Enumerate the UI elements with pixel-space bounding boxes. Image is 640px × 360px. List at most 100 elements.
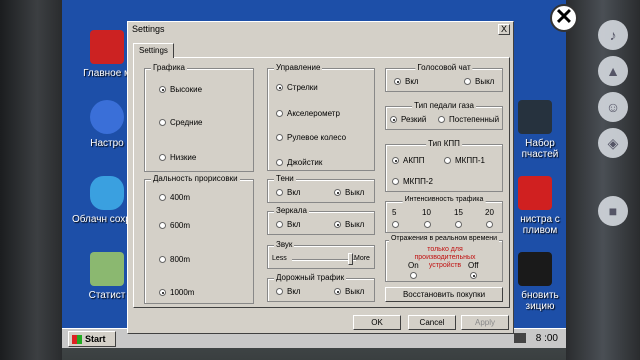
- group-reflections: Отражения в реальном времени только для …: [385, 235, 503, 282]
- tab-settings[interactable]: Settings: [133, 43, 174, 58]
- draw-distance-option[interactable]: 800m: [159, 255, 190, 265]
- radio-icon: [276, 159, 283, 166]
- graphics-option[interactable]: Высокие: [159, 85, 202, 95]
- radio-icon: [444, 157, 451, 164]
- camera-icon[interactable]: ■: [598, 196, 628, 226]
- radio-icon: [159, 256, 166, 263]
- navigation-icon[interactable]: ▲: [598, 56, 628, 86]
- density-label: 20: [485, 208, 494, 217]
- ok-button[interactable]: OK: [353, 315, 401, 330]
- gearbox-option[interactable]: МКПП-1: [444, 156, 485, 166]
- shadows-off[interactable]: Выкл: [334, 188, 364, 198]
- mirrors-off[interactable]: Выкл: [334, 220, 364, 230]
- density-radio[interactable]: [486, 221, 493, 228]
- density-label: 10: [422, 208, 431, 217]
- density-radio[interactable]: [424, 221, 431, 228]
- reflections-title: Отражения в реальном времени: [388, 235, 500, 242]
- density-radio[interactable]: [392, 221, 399, 228]
- settings-icon: [90, 100, 124, 134]
- close-icon[interactable]: ✕: [550, 4, 578, 32]
- shadows-on[interactable]: Вкл: [276, 188, 301, 198]
- control-title: Управление: [274, 63, 323, 72]
- radio-icon: [464, 78, 471, 85]
- group-graphics: Графика Высокие Средние Низкие: [144, 63, 254, 172]
- cancel-button[interactable]: Cancel: [408, 315, 456, 330]
- settings-dialog: Settings X Settings Графика Высокие Сред…: [127, 21, 514, 334]
- draw-distance-option[interactable]: 600m: [159, 221, 190, 231]
- group-shadows: Тени Вкл Выкл: [267, 174, 375, 203]
- dialog-close-button[interactable]: X: [498, 24, 510, 35]
- control-option[interactable]: Рулевое колесо: [276, 133, 346, 143]
- voice-chat-on[interactable]: Вкл: [394, 77, 419, 87]
- density-radio[interactable]: [455, 221, 462, 228]
- start-button[interactable]: Start: [68, 331, 116, 347]
- group-draw-distance: Дальность прорисовки 400m 600m 800m 1000…: [144, 174, 254, 304]
- graphics-title: Графика: [151, 63, 187, 72]
- reflections-off-radio[interactable]: [470, 272, 477, 279]
- radio-icon: [394, 78, 401, 85]
- radio-icon: [392, 178, 399, 185]
- sound-title: Звук: [274, 240, 295, 249]
- apply-button[interactable]: Apply: [461, 315, 509, 330]
- reflections-on-radio[interactable]: [410, 272, 417, 279]
- restore-purchases-button[interactable]: Восстановить покупки: [385, 287, 503, 302]
- radio-icon: [276, 134, 283, 141]
- settings-panel: Графика Высокие Средние Низкие Дальность…: [133, 57, 510, 308]
- horn-icon[interactable]: ♪: [598, 20, 628, 50]
- gas-pedal-option[interactable]: Постепенный: [438, 115, 499, 125]
- mirrors-on[interactable]: Вкл: [276, 220, 301, 230]
- gas-pedal-title: Тип педали газа: [412, 101, 476, 110]
- sound-less-label: Less: [272, 255, 287, 262]
- draw-distance-option[interactable]: 400m: [159, 193, 190, 203]
- group-mirrors: Зеркала Вкл Выкл: [267, 206, 375, 235]
- restore-icon: [518, 252, 552, 286]
- traffic-on[interactable]: Вкл: [276, 287, 301, 297]
- sound-slider-thumb[interactable]: [348, 253, 353, 265]
- group-gearbox: Тип КПП АКПП МКПП-1 МКПП-2: [385, 139, 503, 192]
- group-gas-pedal: Тип педали газа Резкий Постепенный: [385, 101, 503, 130]
- start-logo-icon: [72, 335, 82, 344]
- traffic-off[interactable]: Выкл: [334, 287, 364, 297]
- radio-icon: [276, 189, 283, 196]
- control-option[interactable]: Акселерометр: [276, 109, 340, 119]
- sound-slider-track[interactable]: [292, 259, 356, 261]
- control-option[interactable]: Джойстик: [276, 158, 322, 168]
- sound-more-label: More: [354, 255, 370, 262]
- passenger-icon[interactable]: ☺: [598, 92, 628, 122]
- cloud-save-icon: [90, 176, 124, 210]
- gearbox-option[interactable]: АКПП: [392, 156, 425, 166]
- shadows-title: Тени: [274, 174, 296, 183]
- gearbox-title: Тип КПП: [426, 139, 462, 148]
- group-sound: Звук Less More: [267, 240, 375, 269]
- radio-icon: [438, 116, 445, 123]
- graphics-option[interactable]: Низкие: [159, 153, 196, 163]
- fuel-icon: [518, 176, 552, 210]
- gas-pedal-option[interactable]: Резкий: [390, 115, 426, 125]
- clock: 8 :00: [535, 333, 558, 344]
- radio-icon: [334, 288, 341, 295]
- graphics-option[interactable]: Средние: [159, 118, 203, 128]
- radio-icon: [276, 110, 283, 117]
- parts-icon: [518, 100, 552, 134]
- radio-icon: [390, 116, 397, 123]
- traffic-density-title: Интенсивность трафика: [402, 196, 486, 203]
- traffic-title: Дорожный трафик: [274, 273, 347, 282]
- radio-icon: [159, 119, 166, 126]
- voice-chat-off[interactable]: Выкл: [464, 77, 494, 87]
- bus-pillar-left: [0, 0, 62, 360]
- radio-icon: [159, 194, 166, 201]
- radio-icon: [276, 221, 283, 228]
- draw-distance-option[interactable]: 1000m: [159, 288, 194, 298]
- group-voice-chat: Голосовой чат Вкл Выкл: [385, 63, 503, 92]
- reflections-off-label: Off: [468, 261, 479, 270]
- reflections-on-label: On: [408, 261, 419, 270]
- control-option[interactable]: Стрелки: [276, 83, 318, 93]
- group-traffic-density: Интенсивность трафика 5 10 15 20: [385, 196, 503, 233]
- radio-icon: [159, 86, 166, 93]
- draw-distance-title: Дальность прорисовки: [151, 174, 240, 183]
- gearbox-option[interactable]: МКПП-2: [392, 177, 433, 187]
- radio-icon: [334, 221, 341, 228]
- map-icon[interactable]: ◈: [598, 128, 628, 158]
- group-traffic: Дорожный трафик Вкл Выкл: [267, 273, 375, 302]
- mirrors-title: Зеркала: [274, 206, 309, 215]
